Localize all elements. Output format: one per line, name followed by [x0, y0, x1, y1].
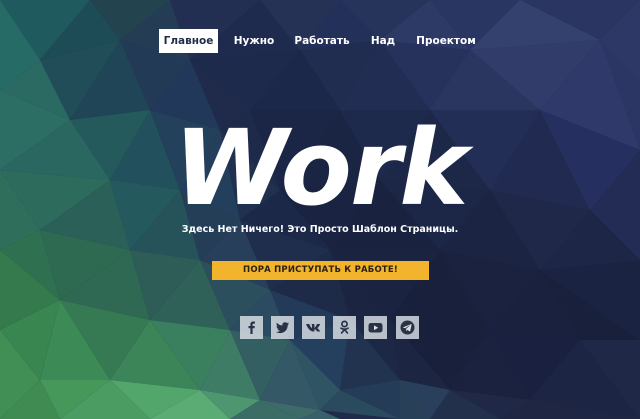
nav-item-rabotat[interactable]: Работать	[294, 29, 350, 53]
nav-item-proektom[interactable]: Проектом	[416, 29, 476, 53]
social-links	[0, 316, 640, 339]
facebook-icon	[248, 321, 255, 334]
youtube-button[interactable]	[364, 316, 387, 339]
odnoklassniki-button[interactable]	[333, 316, 356, 339]
cta-button[interactable]: ПОРА ПРИСТУПАТЬ К РАБОТЕ!	[212, 261, 429, 280]
nav-item-nad[interactable]: Над	[366, 29, 400, 53]
vk-icon	[306, 324, 321, 332]
youtube-icon	[368, 323, 383, 333]
twitter-button[interactable]	[271, 316, 294, 339]
hero-subtitle: Здесь Нет Ничего! Это Просто Шаблон Стра…	[181, 224, 459, 235]
telegram-icon	[400, 320, 415, 335]
telegram-button[interactable]	[396, 316, 419, 339]
nav-item-glavnoe[interactable]: Главное	[159, 29, 218, 53]
hero-title: Work	[173, 107, 469, 229]
facebook-button[interactable]	[240, 316, 263, 339]
odnoklassniki-icon	[340, 320, 349, 334]
nav-item-nuzhno[interactable]: Нужно	[232, 29, 276, 53]
landing-page: Главное Нужно Работать Над Проектом Work…	[0, 0, 640, 419]
twitter-icon	[275, 322, 289, 334]
main-nav: Главное Нужно Работать Над Проектом	[0, 29, 640, 53]
vk-button[interactable]	[302, 316, 325, 339]
